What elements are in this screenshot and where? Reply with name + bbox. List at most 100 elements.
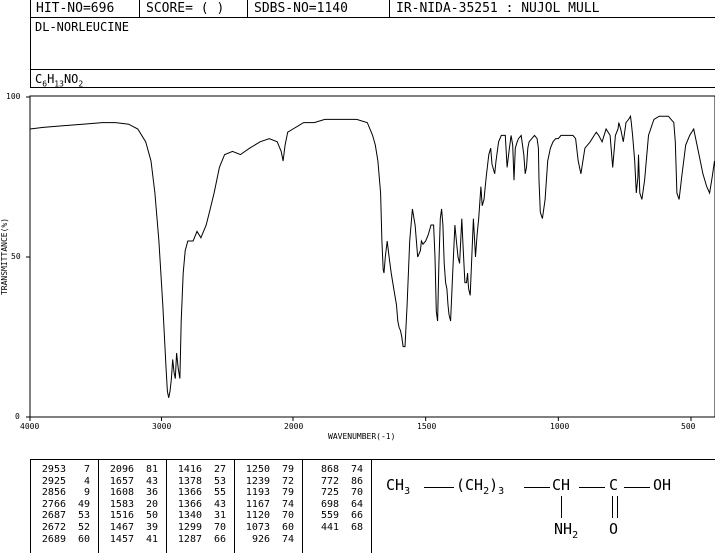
- peak-transmittance: 53: [213, 475, 226, 487]
- struct-bond-3: [579, 487, 605, 488]
- peak-row: 1120 70: [240, 510, 294, 522]
- peak-transmittance: 9: [83, 487, 90, 499]
- peak-row: 559 66: [309, 510, 363, 522]
- peak-row: 1516 50: [104, 510, 158, 522]
- peak-wavenumber: 2856: [41, 487, 66, 499]
- peak-transmittance: 74: [281, 533, 294, 545]
- peak-column-2: 2096 81 1657 43 1608 36 1583 20 1516 50 1467 39 1457…: [104, 464, 158, 545]
- peak-row: 2687 53: [36, 510, 90, 522]
- peak-transmittance: 60: [281, 521, 294, 533]
- peak-transmittance: 64: [350, 498, 363, 510]
- col-divider-2: [166, 459, 167, 553]
- peak-row: 1457 41: [104, 534, 158, 546]
- struct-bond-down-1: [561, 496, 562, 518]
- peak-transmittance: 49: [77, 498, 90, 510]
- peak-wavenumber: 2953: [41, 464, 66, 475]
- peak-wavenumber: 1073: [245, 521, 270, 533]
- peak-transmittance: 72: [281, 475, 294, 487]
- peak-row: 1416 27: [172, 464, 226, 476]
- peak-transmittance: 31: [213, 510, 226, 522]
- struct-bond-4: [624, 487, 650, 488]
- peak-wavenumber: 2766: [41, 498, 66, 510]
- peak-wavenumber: 1378: [177, 475, 202, 487]
- peak-column-1: 2953 7 2925 4 2856 9 2766 49 2687 53 2672 52 2689 60: [36, 464, 90, 545]
- struct-o: O: [609, 520, 619, 538]
- col-divider-1: [98, 459, 99, 553]
- peak-wavenumber: 2096: [109, 464, 134, 475]
- col-divider-5: [371, 459, 372, 553]
- peak-column-5: 868 74 772 86 725 70 698 64 559 66 441 68: [309, 464, 363, 534]
- peak-transmittance: 50: [145, 510, 158, 522]
- peak-transmittance: 70: [213, 521, 226, 533]
- struct-c: C: [609, 476, 619, 494]
- peak-row: 2766 49: [36, 499, 90, 511]
- peak-row: 1583 20: [104, 499, 158, 511]
- struct-ch2: (CH2)3: [456, 476, 505, 497]
- struct-double-bond-a: [612, 496, 613, 518]
- peak-row: 1366 43: [172, 499, 226, 511]
- y-tick-50: 50: [11, 252, 21, 261]
- peak-transmittance: 66: [213, 533, 226, 545]
- peak-wavenumber: 2925: [41, 475, 66, 487]
- struct-oh: OH: [653, 476, 672, 494]
- peak-wavenumber: 926: [251, 533, 270, 545]
- peak-wavenumber: 698: [320, 498, 339, 510]
- peak-wavenumber: 1366: [177, 498, 202, 510]
- peak-row: 926 74: [240, 534, 294, 546]
- peak-wavenumber: 1366: [177, 487, 202, 499]
- peak-row: 2096 81: [104, 464, 158, 476]
- peak-transmittance: 79: [281, 464, 294, 475]
- x-tick-4000: 4000: [20, 422, 40, 431]
- peak-wavenumber: 1120: [245, 510, 270, 522]
- y-axis-label: TRANSMITTANCE(%): [0, 217, 10, 296]
- peak-wavenumber: 559: [320, 510, 339, 522]
- peak-row: 1299 70: [172, 522, 226, 534]
- peak-row: 1467 39: [104, 522, 158, 534]
- peak-wavenumber: 1239: [245, 475, 270, 487]
- peak-wavenumber: 1193: [245, 487, 270, 499]
- peak-row: 1378 53: [172, 476, 226, 488]
- peak-transmittance: 81: [145, 464, 158, 475]
- plot-frame: [29, 95, 715, 418]
- struct-ch: CH: [552, 476, 571, 494]
- peak-transmittance: 60: [77, 533, 90, 545]
- peak-wavenumber: 441: [320, 521, 339, 533]
- peak-row: 698 64: [309, 499, 363, 511]
- peak-transmittance: 74: [281, 498, 294, 510]
- y-tick-0: 0: [15, 412, 20, 421]
- peak-transmittance: 41: [145, 533, 158, 545]
- peak-wavenumber: 1608: [109, 487, 134, 499]
- peak-transmittance: 66: [350, 510, 363, 522]
- col-divider-4: [302, 459, 303, 553]
- peak-wavenumber: 2672: [41, 521, 66, 533]
- peak-row: 2856 9: [36, 487, 90, 499]
- peak-wavenumber: 1287: [177, 533, 202, 545]
- peak-wavenumber: 1457: [109, 533, 134, 545]
- peak-transmittance: 52: [77, 521, 90, 533]
- peak-row: 1167 74: [240, 499, 294, 511]
- x-axis-label: WAVENUMBER(-1): [328, 432, 396, 441]
- peak-transmittance: 36: [145, 487, 158, 499]
- x-tick-3000: 3000: [152, 422, 172, 431]
- peak-transmittance: 53: [77, 510, 90, 522]
- peak-transmittance: 39: [145, 521, 158, 533]
- peak-transmittance: 4: [83, 475, 90, 487]
- peak-transmittance: 55: [213, 487, 226, 499]
- peak-transmittance: 43: [145, 475, 158, 487]
- peak-transmittance: 70: [350, 487, 363, 499]
- peak-transmittance: 7: [83, 464, 90, 475]
- spectrum-line: [29, 114, 715, 398]
- peak-wavenumber: 1467: [109, 521, 134, 533]
- peak-wavenumber: 868: [320, 464, 339, 475]
- peak-row: 1239 72: [240, 476, 294, 488]
- struct-bond-1: [424, 487, 454, 488]
- peak-row: 1193 79: [240, 487, 294, 499]
- y-tick-100: 100: [6, 92, 21, 101]
- peak-wavenumber: 1583: [109, 498, 134, 510]
- peak-row: 1250 79: [240, 464, 294, 476]
- peak-row: 1287 66: [172, 534, 226, 546]
- peak-wavenumber: 1250: [245, 464, 270, 475]
- peak-wavenumber: 1657: [109, 475, 134, 487]
- x-tick-2000: 2000: [284, 422, 304, 431]
- peak-transmittance: 43: [213, 498, 226, 510]
